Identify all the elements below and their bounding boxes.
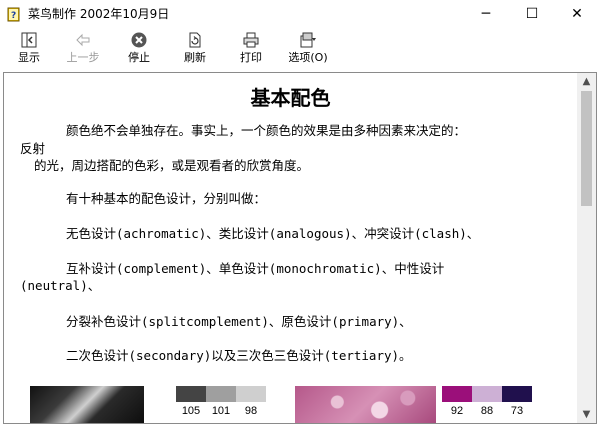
left-swatch-3-value: 98 — [244, 405, 258, 417]
show-button[interactable]: 显示 — [4, 31, 54, 69]
scroll-thumb[interactable] — [581, 91, 592, 206]
left-swatch-1-value: 105 — [181, 405, 201, 417]
refresh-button[interactable]: 刷新 — [170, 31, 220, 69]
paragraph-4-line-2: (neutral)、 — [20, 278, 101, 293]
back-arrow-icon — [76, 33, 90, 47]
paragraph-1-line-2: 反射 — [20, 141, 46, 156]
right-swatch-3 — [502, 386, 532, 402]
achromatic-photo — [30, 386, 144, 423]
close-button[interactable]: ✕ — [554, 0, 600, 28]
refresh-label: 刷新 — [184, 51, 206, 64]
window-title: 菜鸟制作 2002年10月9日 — [28, 7, 170, 21]
printer-icon — [243, 32, 259, 48]
paragraph-6: 二次色设计(secondary)以及三次色三色设计(tertiary)。 — [66, 348, 412, 363]
help-content-frame: 基本配色 颜色绝不会单独存在。事实上，一个颜色的效果是由多种因素来决定的： 反射… — [3, 72, 597, 424]
show-label: 显示 — [18, 51, 40, 64]
scroll-down-arrow-icon[interactable]: ▼ — [577, 406, 596, 423]
left-swatch-2-value: 101 — [211, 405, 231, 417]
right-swatch-1 — [442, 386, 472, 402]
show-pane-icon — [21, 32, 37, 48]
back-label: 上一步 — [66, 51, 100, 64]
back-button[interactable]: 上一步 — [58, 31, 108, 69]
title-bar: ? 菜鸟制作 2002年10月9日 ─ ☐ ✕ — [0, 0, 600, 28]
right-swatch-1-value: 92 — [450, 405, 464, 417]
print-button[interactable]: 打印 — [226, 31, 276, 69]
paragraph-2: 有十种基本的配色设计，分别叫做： — [66, 191, 267, 206]
maximize-button[interactable]: ☐ — [509, 0, 555, 28]
stop-icon — [131, 32, 147, 48]
right-swatch-2 — [472, 386, 502, 402]
print-label: 打印 — [240, 51, 262, 64]
stop-label: 停止 — [128, 51, 150, 64]
paragraph-1-line-1: 颜色绝不会单独存在。事实上，一个颜色的效果是由多种因素来决定的： — [66, 123, 467, 138]
refresh-icon — [189, 32, 201, 48]
stop-button[interactable]: 停止 — [114, 31, 164, 69]
left-swatch-1 — [176, 386, 206, 402]
left-swatch-3 — [236, 386, 266, 402]
left-swatch-2 — [206, 386, 236, 402]
paragraph-3: 无色设计(achromatic)、类比设计(analogous)、冲突设计(cl… — [66, 226, 480, 241]
toolbar: 显示 上一步 停止 刷新 打印 选项(O) — [0, 28, 600, 70]
hydrangea-photo — [295, 386, 436, 423]
paragraph-1-line-3: 的光，周边搭配的色彩，或是观看者的欣赏角度。 — [34, 158, 310, 173]
vertical-scrollbar[interactable]: ▲ ▼ — [577, 73, 596, 423]
paragraph-5: 分裂补色设计(splitcomplement)、原色设计(primary)、 — [66, 314, 412, 329]
options-button[interactable]: 选项(O) — [280, 31, 336, 69]
help-content: 基本配色 颜色绝不会单独存在。事实上，一个颜色的效果是由多种因素来决定的： 反射… — [4, 73, 577, 423]
help-book-icon: ? — [7, 7, 20, 22]
paragraph-4-line-1: 互补设计(complement)、单色设计(monochromatic)、中性设… — [66, 261, 445, 276]
minimize-button[interactable]: ─ — [463, 0, 509, 28]
svg-text:?: ? — [11, 11, 16, 21]
options-icon — [300, 32, 316, 48]
right-swatch-3-value: 73 — [510, 405, 524, 417]
page-title: 基本配色 — [250, 86, 331, 110]
scroll-up-arrow-icon[interactable]: ▲ — [577, 73, 596, 90]
options-label: 选项(O) — [288, 51, 328, 64]
right-swatch-2-value: 88 — [480, 405, 494, 417]
